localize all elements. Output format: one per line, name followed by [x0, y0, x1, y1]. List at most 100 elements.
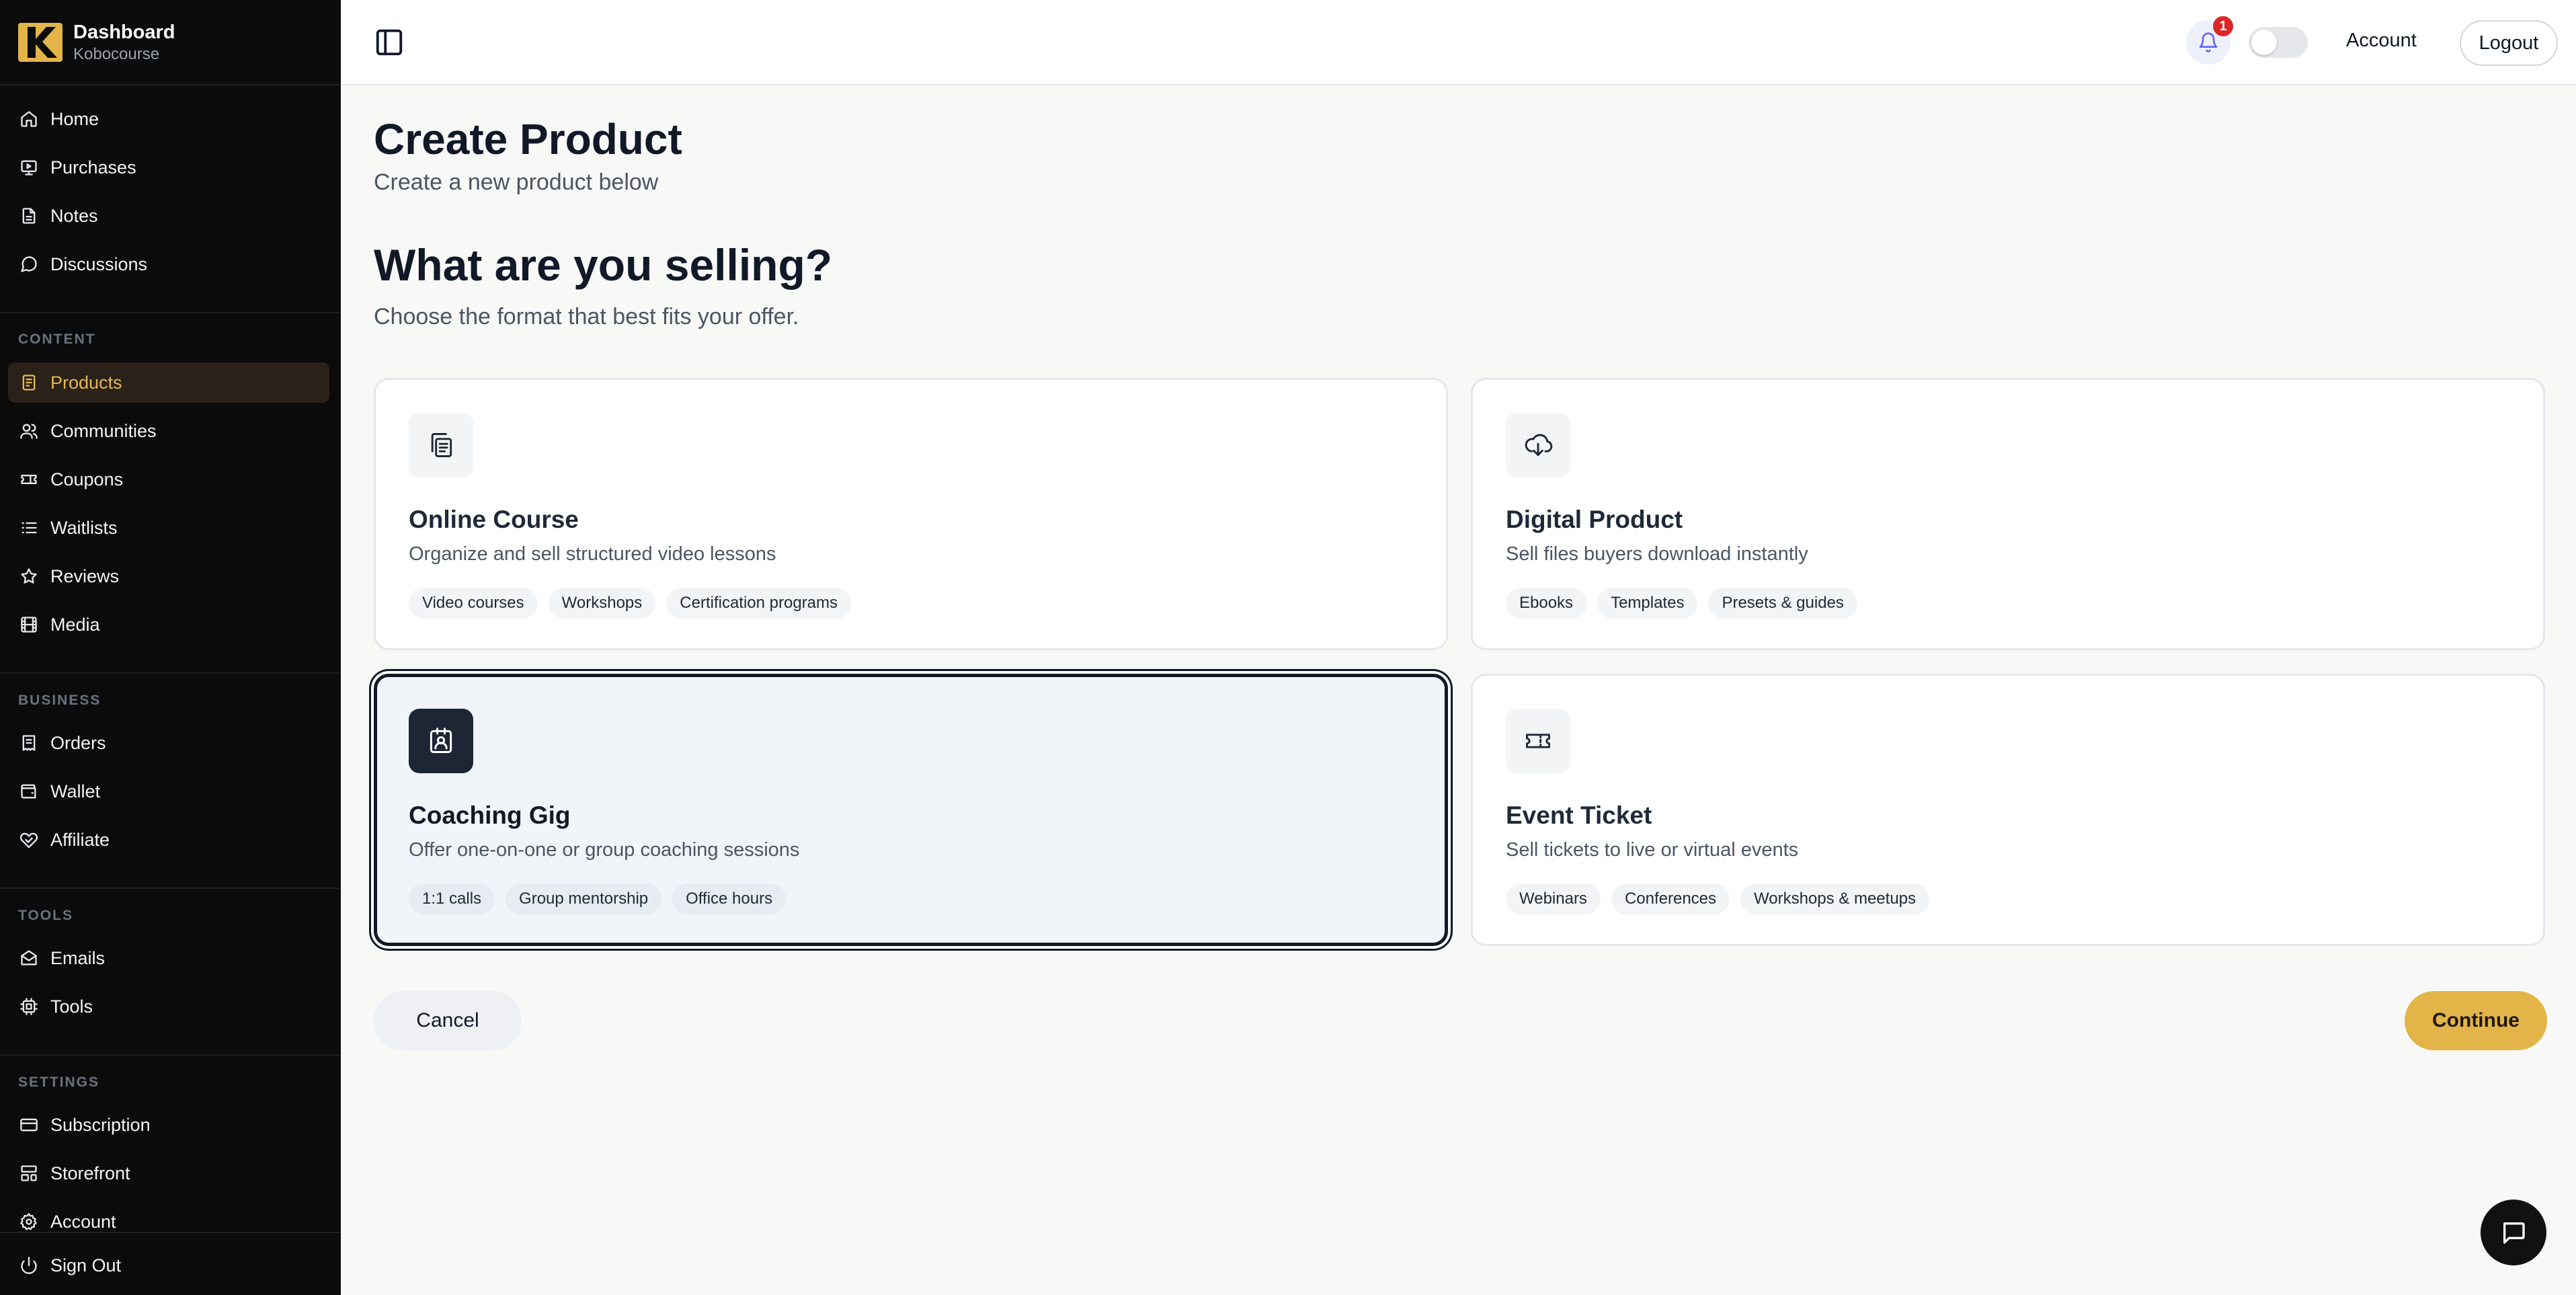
sidebar-divider — [0, 1232, 341, 1233]
sidebar-item-home[interactable]: Home — [8, 99, 329, 139]
chat-button[interactable] — [2481, 1200, 2546, 1265]
card-title: Coaching Gig — [409, 801, 571, 829]
sidebar-divider — [0, 888, 341, 889]
notes-icon — [19, 206, 38, 225]
sidebar-item-reviews[interactable]: Reviews — [8, 556, 329, 596]
theme-toggle[interactable] — [2249, 27, 2308, 58]
ticket-icon — [1506, 709, 1570, 773]
tag: Group mentorship — [506, 884, 662, 914]
discussions-icon — [19, 255, 38, 274]
tag-list: 1:1 calls Group mentorship Office hours — [409, 884, 787, 914]
course-icon — [409, 413, 473, 477]
tag: Certification programs — [666, 588, 852, 619]
sidebar-item-label: Subscription — [50, 1114, 151, 1135]
sidebar-item-notes[interactable]: Notes — [8, 196, 329, 236]
page-title: Create Product — [374, 115, 682, 163]
sidebar-item-waitlists[interactable]: Waitlists — [8, 508, 329, 548]
card-description: Offer one-on-one or group coaching sessi… — [409, 839, 800, 861]
media-icon — [19, 615, 38, 634]
tag: Video courses — [409, 588, 538, 619]
sidebar-item-subscription[interactable]: Subscription — [8, 1105, 329, 1145]
sidebar-item-label: Account — [50, 1211, 116, 1232]
tag: Workshops — [548, 588, 656, 619]
power-icon — [19, 1256, 38, 1275]
product-type-card-coaching-gig[interactable]: Coaching Gig Offer one-on-one or group c… — [374, 674, 1448, 946]
tag: Presets & guides — [1708, 588, 1857, 619]
tag: Ebooks — [1506, 588, 1587, 619]
tag: Workshops & meetups — [1740, 884, 1930, 914]
sidebar-item-label: Purchases — [50, 157, 136, 178]
card-title: Digital Product — [1506, 506, 1683, 533]
sidebar-item-purchases[interactable]: Purchases — [8, 147, 329, 188]
sidebar-item-coupons[interactable]: Coupons — [8, 459, 329, 500]
brand-subtitle: Kobocourse — [73, 44, 160, 63]
wallet-icon — [19, 782, 38, 801]
sidebar-item-products[interactable]: Products — [8, 362, 329, 403]
communities-icon — [19, 422, 38, 440]
sidebar-item-label: Coupons — [50, 469, 124, 489]
sidebar-item-label: Communities — [50, 420, 157, 441]
sidebar-item-affiliate[interactable]: Affiliate — [8, 820, 329, 860]
section-label-tools: TOOLS — [18, 908, 73, 923]
sidebar-toggle-button[interactable] — [374, 27, 405, 58]
sidebar-item-tools[interactable]: Tools — [8, 986, 329, 1027]
chat-icon — [2503, 1222, 2525, 1244]
sidebar-item-label: Home — [50, 108, 99, 129]
sidebar-item-label: Sign Out — [50, 1255, 122, 1276]
sidebar-item-label: Products — [50, 372, 122, 393]
notifications-button[interactable]: 1 — [2186, 16, 2233, 65]
tag-list: Ebooks Templates Presets & guides — [1506, 588, 1857, 619]
sidebar-item-label: Affiliate — [50, 829, 110, 850]
kobocourse-logo — [18, 22, 63, 62]
coupons-icon — [19, 470, 38, 489]
sidebar-item-orders[interactable]: Orders — [8, 723, 329, 763]
download-cloud-icon — [1506, 413, 1570, 477]
waitlists-icon — [19, 518, 38, 537]
section-label-settings: SETTINGS — [18, 1074, 100, 1090]
account-link[interactable]: Account — [2346, 30, 2417, 52]
card-title: Online Course — [409, 506, 579, 533]
home-icon — [19, 110, 38, 128]
sidebar-item-label: Waitlists — [50, 517, 118, 538]
sidebar-item-discussions[interactable]: Discussions — [8, 244, 329, 284]
sidebar-item-account[interactable]: Account — [8, 1202, 329, 1242]
card-description: Sell tickets to live or virtual events — [1506, 839, 1799, 861]
sidebar-divider — [0, 312, 341, 313]
logout-button[interactable]: Logout — [2460, 20, 2558, 66]
products-icon — [19, 373, 38, 392]
sidebar-item-sign-out[interactable]: Sign Out — [8, 1245, 329, 1286]
sidebar-item-label: Media — [50, 614, 100, 635]
tag-list: Video courses Workshops Certification pr… — [409, 588, 852, 619]
gear-icon — [19, 1212, 38, 1231]
sidebar-divider — [0, 672, 341, 674]
sidebar-item-communities[interactable]: Communities — [8, 411, 329, 451]
card-description: Organize and sell structured video lesso… — [409, 543, 776, 565]
sidebar-item-media[interactable]: Media — [8, 604, 329, 645]
storefront-icon — [19, 1164, 38, 1183]
section-label-business: BUSINESS — [18, 693, 102, 708]
sidebar-item-label: Storefront — [50, 1163, 130, 1183]
purchases-icon — [19, 158, 38, 177]
star-icon — [19, 567, 38, 586]
sidebar-item-storefront[interactable]: Storefront — [8, 1153, 329, 1193]
cancel-button[interactable]: Cancel — [374, 991, 522, 1050]
product-type-card-digital-product[interactable]: Digital Product Sell files buyers downlo… — [1471, 378, 2545, 650]
topbar: 1 Account Logout — [341, 0, 2576, 85]
continue-button[interactable]: Continue — [2405, 991, 2547, 1050]
sidebar-item-emails[interactable]: Emails — [8, 938, 329, 978]
email-icon — [19, 949, 38, 968]
product-type-card-online-course[interactable]: Online Course Organize and sell structur… — [374, 378, 1448, 650]
tag: Conferences — [1611, 884, 1730, 914]
tag: Templates — [1597, 588, 1698, 619]
brand[interactable]: Dashboard Kobocourse — [0, 0, 341, 85]
product-type-card-event-ticket[interactable]: Event Ticket Sell tickets to live or vir… — [1471, 674, 2545, 946]
sidebar-item-label: Wallet — [50, 781, 101, 801]
sidebar-divider — [0, 1054, 341, 1056]
tag-list: Webinars Conferences Workshops & meetups — [1506, 884, 1930, 914]
brand-title: Dashboard — [73, 21, 175, 43]
section-title: What are you selling? — [374, 240, 833, 290]
tag: Webinars — [1506, 884, 1601, 914]
sidebar-item-wallet[interactable]: Wallet — [8, 771, 329, 812]
page-subtitle: Create a new product below — [374, 169, 659, 195]
sidebar-item-label: Orders — [50, 732, 106, 753]
